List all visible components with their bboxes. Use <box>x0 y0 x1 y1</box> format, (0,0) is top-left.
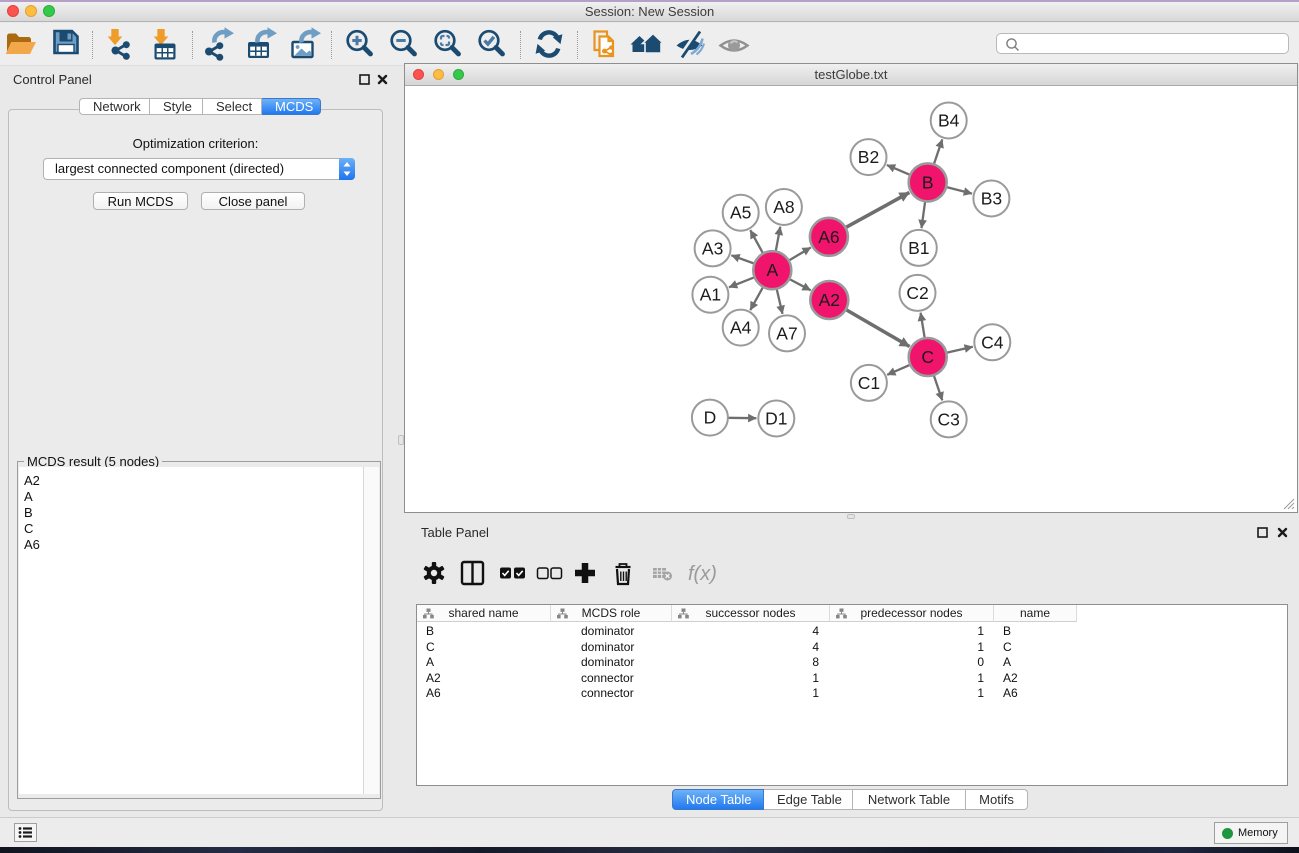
svg-text:C4: C4 <box>981 332 1004 352</box>
svg-text:A5: A5 <box>730 203 751 223</box>
svg-text:C3: C3 <box>938 409 960 429</box>
svg-text:A4: A4 <box>730 318 752 338</box>
svg-text:A7: A7 <box>776 323 797 343</box>
svg-text:B3: B3 <box>981 189 1002 209</box>
svg-text:B1: B1 <box>908 238 929 258</box>
svg-text:A: A <box>766 260 778 280</box>
svg-text:D1: D1 <box>765 409 787 429</box>
svg-text:C2: C2 <box>906 283 928 303</box>
svg-text:B4: B4 <box>938 111 960 131</box>
svg-text:f(x): f(x) <box>688 563 716 585</box>
svg-text:A2: A2 <box>819 290 840 310</box>
svg-text:C1: C1 <box>858 373 880 393</box>
svg-text:B2: B2 <box>858 147 879 167</box>
svg-text:C: C <box>921 347 934 367</box>
svg-text:A1: A1 <box>700 285 721 305</box>
svg-text:B: B <box>922 172 934 192</box>
svg-text:A3: A3 <box>702 238 723 258</box>
svg-text:A8: A8 <box>773 197 794 217</box>
svg-text:A6: A6 <box>818 227 839 247</box>
svg-text:D: D <box>704 408 717 428</box>
